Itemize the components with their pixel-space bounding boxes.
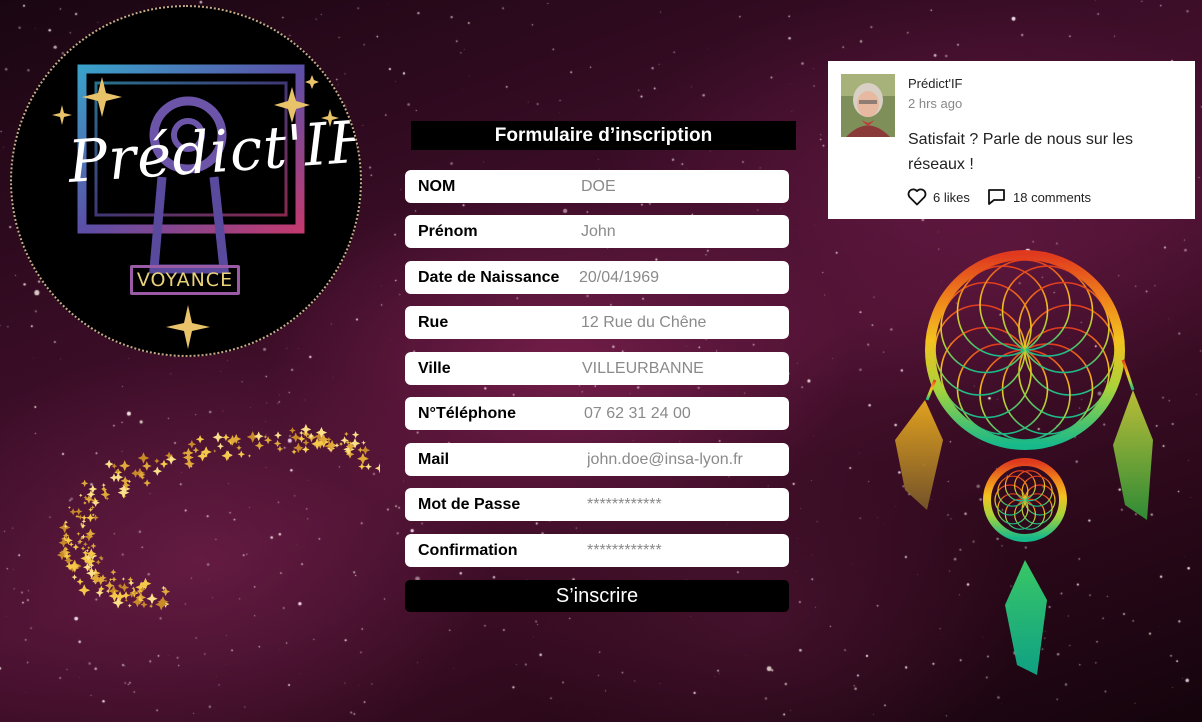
brand-logo: Prédict'IF VOYANCE — [10, 5, 362, 357]
post-author[interactable]: Prédict'IF — [908, 76, 963, 91]
telephone-input[interactable] — [584, 397, 784, 430]
field-row-ville: Ville — [405, 352, 789, 385]
comment-icon — [988, 189, 1005, 205]
field-row-mail: Mail — [405, 443, 789, 476]
field-label-mot-de-passe: Mot de Passe — [418, 496, 521, 513]
field-row-mot-de-passe: Mot de Passe — [405, 488, 789, 521]
post-text: Satisfait ? Parle de nous sur les réseau… — [908, 131, 1134, 173]
ville-input[interactable] — [582, 352, 782, 385]
like-button[interactable]: 6 likes — [907, 187, 970, 207]
prenom-input[interactable] — [581, 215, 781, 248]
field-label-confirmation: Confirmation — [418, 542, 518, 559]
field-label-date-naissance: Date de Naissance — [418, 269, 560, 286]
field-row-prenom: Prénom — [405, 215, 789, 248]
mail-input[interactable] — [587, 443, 787, 476]
shooting-stars-decoration — [56, 423, 380, 611]
likes-count: 6 likes — [933, 189, 970, 205]
dreamcatcher-decoration — [895, 250, 1153, 675]
nom-input[interactable] — [581, 170, 781, 203]
field-row-telephone: N°Téléphone — [405, 397, 789, 430]
heart-icon — [907, 188, 927, 206]
date-naissance-input[interactable] — [579, 261, 779, 294]
post-timestamp: 2 hrs ago — [908, 96, 963, 111]
rue-input[interactable] — [581, 306, 781, 339]
confirm-password-input[interactable] — [587, 534, 787, 567]
password-input[interactable] — [587, 488, 787, 521]
avatar — [841, 74, 895, 137]
field-row-nom: NOM — [405, 170, 789, 203]
field-label-ville: Ville — [418, 360, 451, 377]
field-row-rue: Rue — [405, 306, 789, 339]
field-label-rue: Rue — [418, 314, 449, 331]
field-row-confirmation: Confirmation — [405, 534, 789, 567]
social-post-card: Prédict'IF 2 hrs ago Satisfait ? Parle d… — [828, 61, 1195, 219]
comments-button[interactable]: 18 comments — [987, 187, 1091, 207]
form-title: Formulaire d’inscription — [411, 121, 796, 150]
field-label-mail: Mail — [418, 451, 450, 468]
field-label-nom: NOM — [418, 178, 456, 195]
field-row-date-naissance: Date de Naissance — [405, 261, 789, 294]
logo-subtitle: VOYANCE — [130, 265, 240, 295]
field-label-prenom: Prénom — [418, 223, 478, 240]
field-label-telephone: N°Téléphone — [418, 405, 516, 422]
comments-count: 18 comments — [1013, 189, 1092, 205]
register-button[interactable]: S’inscrire — [405, 580, 789, 612]
